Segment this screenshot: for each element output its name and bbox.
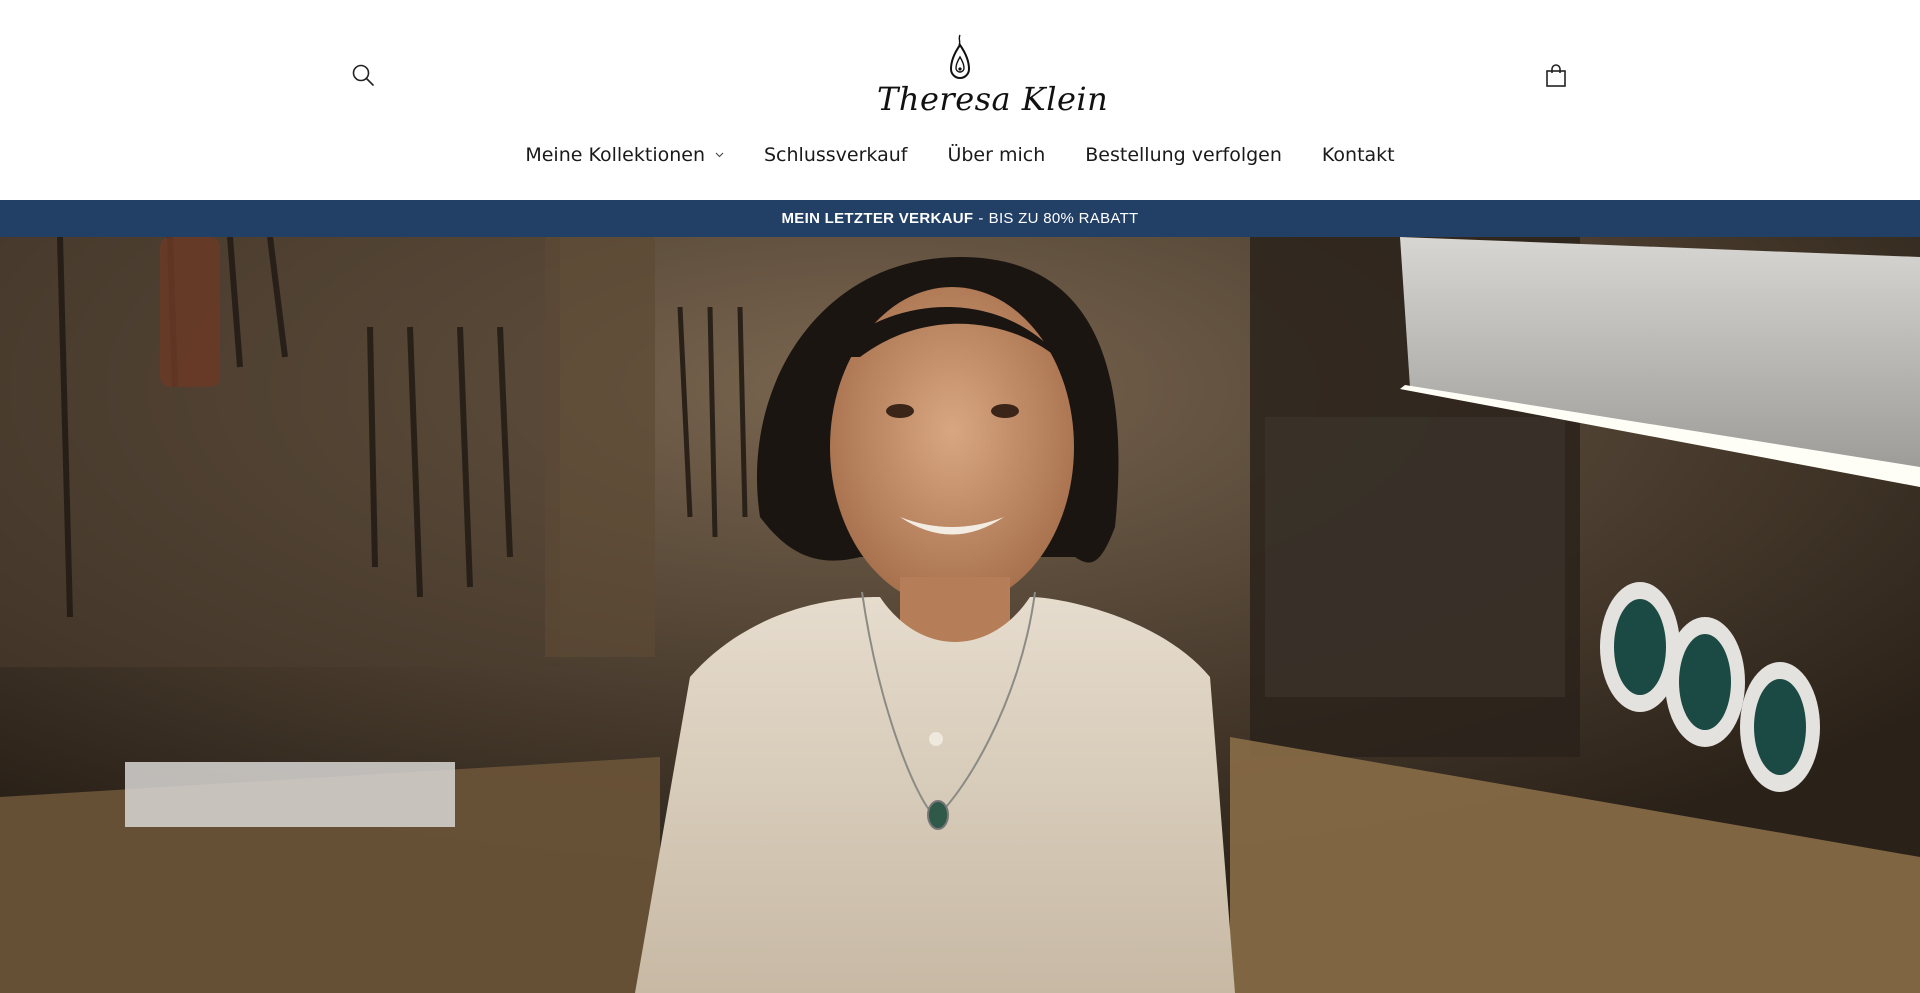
nav-item-label: Kontakt <box>1321 144 1395 166</box>
chevron-down-icon <box>715 152 724 158</box>
announcement-text: BIS ZU 80% RABATT <box>988 210 1139 227</box>
main-navigation: Meine Kollektionen Schlussverkauf Über m… <box>0 138 1920 172</box>
announcement-bar[interactable]: MEIN LETZTER VERKAUF - BIS ZU 80% RABATT <box>0 200 1920 237</box>
announcement-bold: MEIN LETZTER VERKAUF <box>781 210 974 227</box>
search-button[interactable] <box>352 64 374 86</box>
brand-name: Theresa Klein <box>877 80 1109 118</box>
hero-image <box>0 237 1920 993</box>
nav-item-ueber-mich[interactable]: Über mich <box>947 144 1045 166</box>
nav-item-label: Über mich <box>947 144 1046 166</box>
nav-item-kollektionen[interactable]: Meine Kollektionen <box>525 144 724 166</box>
nav-item-label: Bestellung verfolgen <box>1085 144 1282 166</box>
cart-button[interactable] <box>1545 64 1567 88</box>
jewelry-maker-portrait <box>0 237 1920 993</box>
nav-item-label: Schlussverkauf <box>764 144 908 166</box>
nav-item-bestellung-verfolgen[interactable]: Bestellung verfolgen <box>1085 144 1282 166</box>
nav-item-schlussverkauf[interactable]: Schlussverkauf <box>764 144 907 166</box>
site-header: Theresa Klein Meine Kollektionen Schluss… <box>0 0 1920 200</box>
nav-item-label: Meine Kollektionen <box>525 144 705 166</box>
search-icon <box>352 64 374 86</box>
teardrop-pendant-icon <box>949 34 971 79</box>
announcement-separator: - <box>978 210 984 227</box>
nav-item-kontakt[interactable]: Kontakt <box>1322 144 1395 166</box>
shopping-bag-icon <box>1546 64 1566 87</box>
brand-logo[interactable]: Theresa Klein <box>877 33 1109 119</box>
